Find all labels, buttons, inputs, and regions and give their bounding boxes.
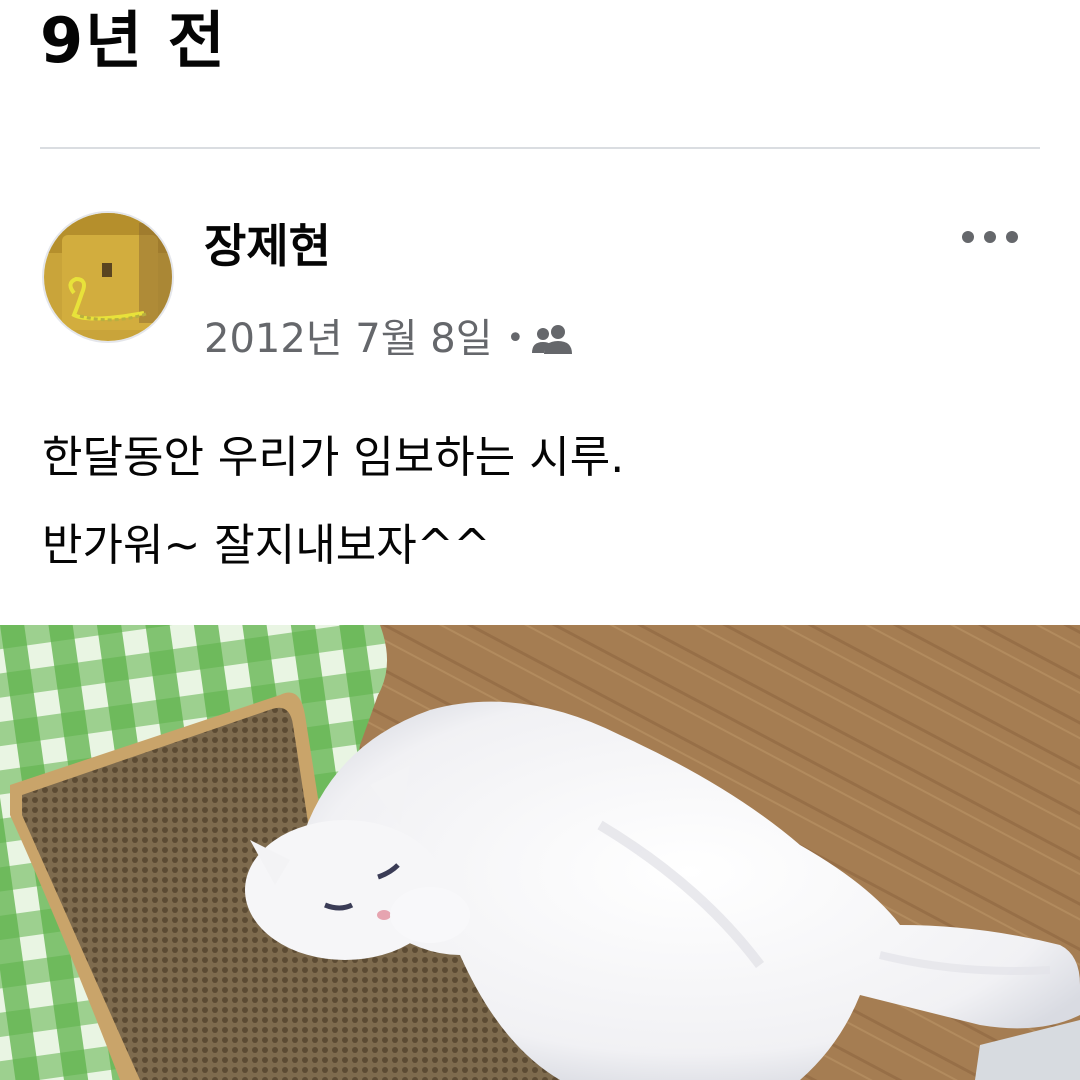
avatar-image [44,213,172,341]
author-name[interactable]: 장제현 [204,210,331,282]
meta-separator: • [506,321,525,356]
friends-icon[interactable] [532,323,574,355]
post-text: 한달동안 우리가 임보하는 시루. 반가워~ 잘지내보자^^ [42,432,625,571]
post-photo[interactable] [0,625,1080,1080]
divider [40,147,1040,149]
memory-card: 9년 전 장제현 2012년 7월 8일 • 한달동안 우리가 임보하는 시루.… [0,0,1080,1080]
memory-title: 9년 전 [40,4,227,77]
avatar[interactable] [42,211,174,343]
post-meta: 2012년 7월 8일 • [204,307,574,371]
white-cat-photo [0,625,1080,1080]
more-options-icon [962,231,1018,243]
more-options-button[interactable] [952,215,1028,259]
post-date[interactable]: 2012년 7월 8일 [204,307,493,371]
